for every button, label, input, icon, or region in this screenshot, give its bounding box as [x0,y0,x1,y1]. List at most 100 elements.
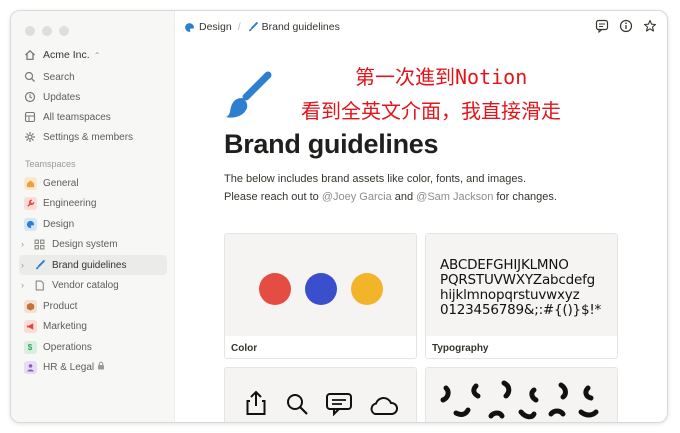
description-text: and [391,191,417,203]
breadcrumb-parent[interactable]: Design [199,21,232,33]
sidebar-item-label: Updates [43,91,81,103]
search-icon [23,70,37,84]
topbar: Design / Brand guidelines [176,11,667,43]
chevron-right-icon[interactable]: › [21,280,30,290]
color-swatch-red [259,273,291,305]
brush-pattern-graphic [440,380,599,420]
sidebar-item-label: Operations [43,341,92,353]
breadcrumb: Design / Brand guidelines [184,21,340,33]
megaphone-icon [23,319,37,333]
card-title: Color [231,343,258,354]
window-controls [25,26,69,36]
sidebar-item-label: Engineering [43,197,97,209]
gallery-card-icons[interactable] [224,367,417,422]
sidebar-item-product[interactable]: Product [19,296,167,316]
typo-line: hijklmnopqrstuvwxyz [440,287,580,303]
info-icon[interactable] [619,19,633,36]
lock-icon [97,361,105,373]
speech-bubble-icon [325,392,353,421]
icons-preview [225,368,416,422]
sidebar-item-label: Vendor catalog [52,279,119,291]
teamspaces-icon [23,110,37,124]
breadcrumb-current[interactable]: Brand guidelines [262,21,340,33]
box-icon [23,299,37,313]
sidebar-item-operations[interactable]: $ Operations [19,337,167,357]
topbar-actions [595,19,657,36]
breadcrumb-separator: / [237,21,241,33]
color-swatch-yellow [351,273,383,305]
chevron-right-icon[interactable]: › [21,260,30,270]
sidebar-item-brand-guidelines[interactable]: › Brand guidelines [19,255,167,275]
sidebar-item-label: Settings & members [43,131,134,143]
sidebar-item-all-teamspaces[interactable]: All teamspaces [19,107,167,127]
page-icon-paintbrush[interactable] [222,69,276,123]
chevron-right-icon[interactable]: › [21,239,30,249]
overlay-caption-line-2: 看到全英文介面，我直接滑走 [301,99,561,123]
typography-preview: ABCDEFGHIJKLMNO PQRSTUVWXYZabcdefg hijkl… [426,234,617,336]
magnifier-icon [285,392,309,421]
description-line-1: The below includes brand assets like col… [224,173,527,185]
sidebar-item-label: Product [43,300,78,312]
palette-icon [23,217,37,231]
sidebar-item-hr-legal[interactable]: HR & Legal [19,357,167,377]
gear-icon [23,130,37,144]
teamspaces-section-title: Teamspaces [25,159,76,169]
person-icon [23,360,37,374]
house-icon [23,176,37,190]
sidebar-item-design[interactable]: Design [19,214,167,234]
clock-icon [23,90,37,104]
sidebar-item-search[interactable]: Search [19,67,167,87]
sidebar-item-label: General [43,177,79,189]
description-line-2: Please reach out to @Joey Garcia and @Sa… [224,188,557,206]
close-window-button[interactable] [25,26,35,36]
color-swatch-blue [305,273,337,305]
app-window: Acme Inc. ⌃ Search Updates All teamspace… [10,10,668,423]
minimize-window-button[interactable] [42,26,52,36]
share-icon [245,390,267,421]
page-title[interactable]: Brand guidelines [224,129,439,160]
typography-sample: ABCDEFGHIJKLMNO PQRSTUVWXYZabcdefg hijkl… [440,258,601,318]
sidebar-item-engineering[interactable]: Engineering [19,193,167,213]
sidebar-item-marketing[interactable]: Marketing [19,316,167,336]
comment-icon[interactable] [595,19,609,36]
home-icon [23,48,37,62]
star-icon[interactable] [643,19,657,36]
wrench-icon [23,196,37,210]
sidebar-item-label: Brand guidelines [52,259,127,271]
pattern-preview [426,368,617,422]
paintbrush-icon [247,21,258,33]
mention-joey-garcia[interactable]: @Joey Garcia [322,191,392,203]
description-text: Please reach out to [224,191,322,203]
typo-line: PQRSTUVWXYZabcdefg [440,272,596,288]
sidebar-item-updates[interactable]: Updates [19,87,167,107]
typo-line: ABCDEFGHIJKLMNO [440,257,569,273]
page-description[interactable]: The below includes brand assets like col… [224,170,557,206]
dollar-icon: $ [23,340,37,354]
workspace-switcher[interactable]: Acme Inc. ⌃ [19,45,167,65]
sidebar: Acme Inc. ⌃ Search Updates All teamspace… [11,11,175,422]
gallery-card-typography[interactable]: ABCDEFGHIJKLMNO PQRSTUVWXYZabcdefg hijkl… [425,233,618,359]
sidebar-item-label: Marketing [43,320,87,332]
overlay-caption-line-1: 第一次進到Notion [355,65,528,89]
sidebar-item-general[interactable]: General [19,173,167,193]
sidebar-item-label: Design system [52,238,118,250]
gallery-card-color[interactable]: Color [224,233,417,359]
sidebar-item-label: All teamspaces [43,111,111,123]
palette-icon [184,22,195,33]
paintbrush-icon [32,258,46,272]
document-icon [32,278,46,292]
sidebar-item-design-system[interactable]: › Design system [19,234,167,254]
chevron-updown-icon: ⌃ [93,50,101,60]
grid-icon [32,237,46,251]
sidebar-item-settings[interactable]: Settings & members [19,127,167,147]
typo-line: 0123456789&;:#{()}$!* [440,302,602,318]
description-text: for changes. [493,191,557,203]
zoom-window-button[interactable] [59,26,69,36]
mention-sam-jackson[interactable]: @Sam Jackson [416,191,493,203]
card-title: Typography [432,343,489,354]
sidebar-item-label: Search [43,71,75,83]
sidebar-item-label: HR & Legal [43,361,95,373]
sidebar-item-vendor-catalog[interactable]: › Vendor catalog [19,275,167,295]
sidebar-item-label: Design [43,218,75,230]
gallery-card-pattern[interactable] [425,367,618,422]
